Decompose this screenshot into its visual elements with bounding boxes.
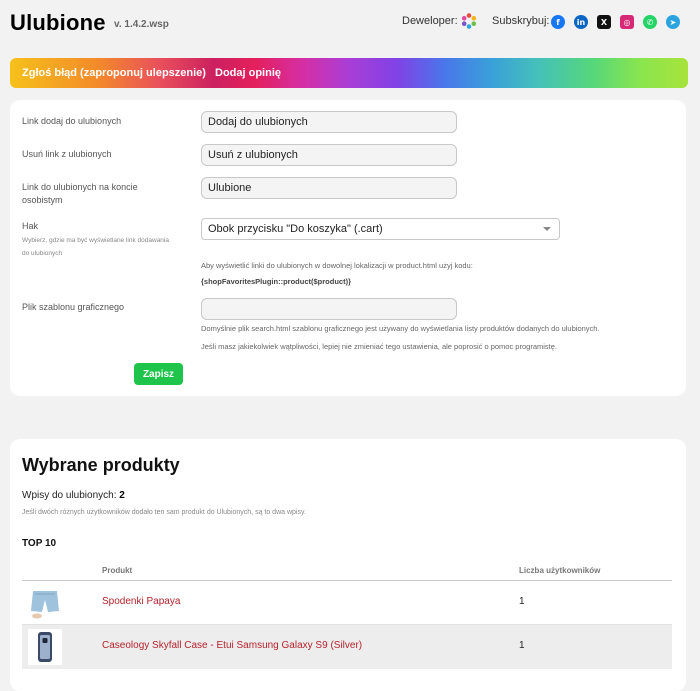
product-thumbnail-shorts [28, 585, 62, 621]
table-row: Spodenki Papaya 1 [22, 581, 672, 625]
hook-select-value: Obok przycisku "Do koszyka" (.cart) [208, 223, 383, 235]
linkedin-icon[interactable]: in [574, 15, 588, 29]
product-thumbnail-phone-case [28, 629, 62, 665]
template-note-1: Domyślnie plik search.html szablonu graf… [201, 324, 600, 333]
favorites-count-note: Jeśli dwóch różnych użytkowników dodało … [22, 509, 306, 516]
account-link-input[interactable]: Ulubione [201, 177, 457, 199]
template-note-2: Jeśli masz jakiekolwiek wątpliwości, lep… [201, 342, 557, 351]
column-users: Liczba użytkowników [519, 566, 601, 575]
template-label: Plik szablonu graficznego [22, 302, 125, 312]
products-card: Wybrane produkty Wpisy do ulubionych: 2 … [10, 439, 686, 691]
add-review-link[interactable]: Dodaj opinię [215, 67, 281, 79]
remove-link-input[interactable]: Usuń z ulubionych [201, 144, 457, 166]
top-bar: Ulubione v. 1.4.2.wsp Deweloper: Subskry… [0, 0, 700, 50]
x-icon[interactable]: X [597, 15, 611, 29]
product-link[interactable]: Caseology Skyfall Case - Etui Samsung Ga… [102, 640, 362, 651]
template-input[interactable] [201, 298, 457, 320]
app-version: v. 1.4.2.wsp [114, 19, 169, 30]
save-button[interactable]: Zapisz [134, 363, 183, 385]
hook-label: Hak [22, 221, 39, 231]
products-title: Wybrane produkty [22, 455, 180, 475]
developer-label: Deweloper: [402, 15, 458, 27]
telegram-icon[interactable]: ➤ [666, 15, 680, 29]
product-link[interactable]: Spodenki Papaya [102, 596, 180, 607]
feedback-banner: Zgłoś błąd (zaproponuj ulepszenie) Dodaj… [10, 58, 688, 88]
column-product: Produkt [102, 566, 133, 575]
remove-link-label: Usuń link z ulubionych [22, 149, 112, 159]
instagram-icon[interactable]: ◎ [620, 15, 634, 29]
add-link-input[interactable]: Dodaj do ulubionych [201, 111, 457, 133]
account-link-label: Link do ulubionych na koncie osobistym [22, 182, 138, 205]
whatsapp-icon[interactable]: ✆ [643, 15, 657, 29]
chevron-down-icon [543, 227, 551, 231]
table-row: Caseology Skyfall Case - Etui Samsung Ga… [22, 625, 672, 669]
add-link-label: Link dodaj do ulubionych [22, 116, 122, 126]
app-title: Ulubione [10, 10, 106, 35]
top-10-heading: TOP 10 [22, 538, 57, 549]
hook-code: {shopFavoritesPlugin::product($product)} [201, 277, 351, 286]
favorites-count: Wpisy do ulubionych: 2 [22, 490, 125, 501]
developer-logo-icon[interactable] [460, 12, 478, 30]
product-users-count: 1 [519, 596, 525, 607]
settings-card: Link dodaj do ulubionych Dodaj do ulubio… [10, 100, 686, 396]
hook-note: Aby wyświetlić linki do ulubionych w dow… [201, 261, 473, 270]
product-users-count: 1 [519, 640, 525, 651]
report-bug-link[interactable]: Zgłoś błąd (zaproponuj ulepszenie) [22, 67, 206, 79]
hook-select[interactable]: Obok przycisku "Do koszyka" (.cart) [201, 218, 560, 240]
hook-hint: Wybierz, gdzie ma być wyświetlane link d… [22, 237, 169, 257]
facebook-icon[interactable]: f [551, 15, 565, 29]
subscribe-label: Subskrybuj: [492, 15, 550, 27]
